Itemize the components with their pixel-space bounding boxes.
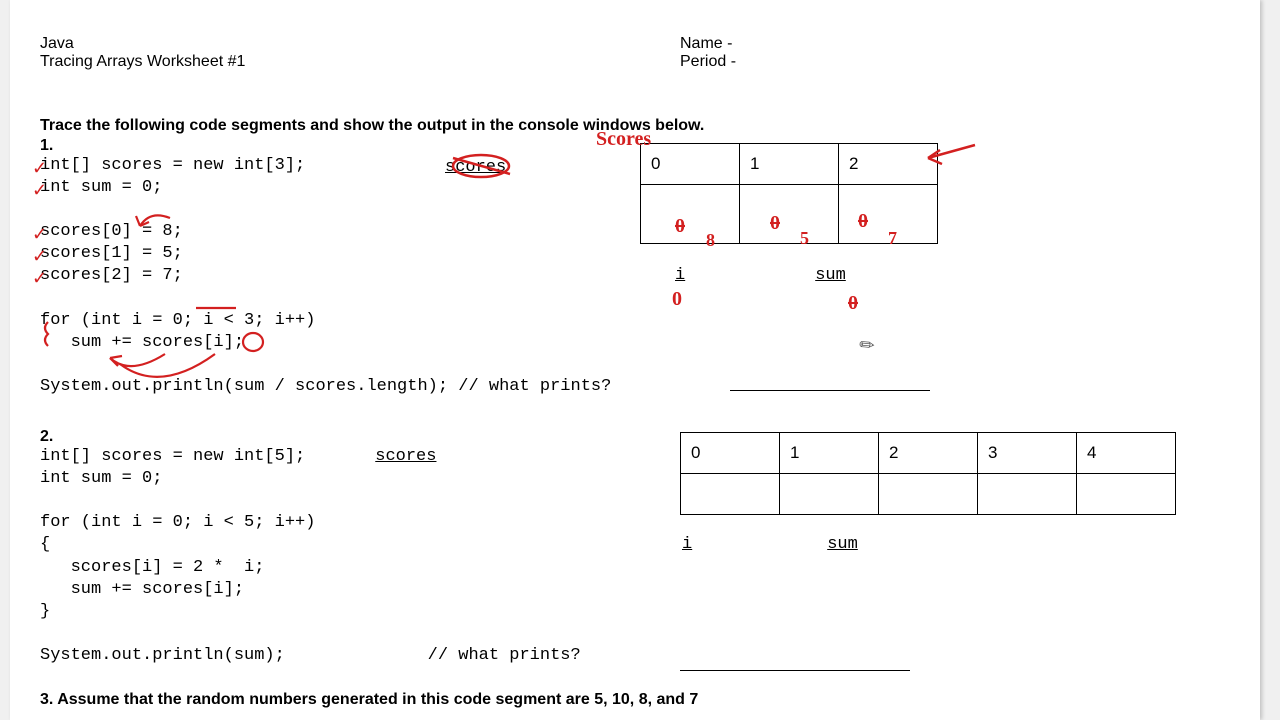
hw-check-2: ✓ <box>32 180 47 201</box>
q2-code-b: int sum = 0; for (int i = 0; i < 5; i++)… <box>40 468 680 667</box>
q2-idx-3: 3 <box>978 433 1077 474</box>
hw-cell1b: 5 <box>800 228 809 249</box>
q2-code-a: int[] scores = new int[5]; <box>40 446 305 468</box>
hw-check-1: ✓ <box>32 158 47 179</box>
q2-val-0 <box>681 474 780 515</box>
q2-answer-blank <box>680 670 910 671</box>
course-label: Java <box>40 35 680 53</box>
q1-val-1 <box>740 185 839 244</box>
q1-idx-2: 2 <box>839 144 938 185</box>
worksheet-page: Java Tracing Arrays Worksheet #1 Name - … <box>10 0 1260 720</box>
period-field-label: Period - <box>680 53 736 71</box>
q1-val-0 <box>641 185 740 244</box>
q2-idx-2: 2 <box>879 433 978 474</box>
q2-i-label: i <box>682 535 692 554</box>
q1-idx-0: 0 <box>641 144 740 185</box>
hw-check-5: ✓ <box>32 268 47 289</box>
q1-i-label: i <box>675 266 685 285</box>
hw-check-3: ✓ <box>32 224 47 245</box>
q2-scores-heading: scores <box>375 447 436 466</box>
q2-idx-0: 0 <box>681 433 780 474</box>
q2-scores-table: 0 1 2 3 4 <box>680 432 1176 515</box>
q2-number: 2. <box>40 428 680 446</box>
q1-scores-heading: scores <box>445 158 506 177</box>
hw-sum-val: 0 <box>848 292 858 315</box>
q2-idx-4: 4 <box>1077 433 1176 474</box>
hw-scores-label: Scores <box>596 128 651 151</box>
q1-answer-blank <box>730 390 930 391</box>
header: Java Tracing Arrays Worksheet #1 Name - … <box>40 35 1230 71</box>
name-field-label: Name - <box>680 35 736 53</box>
q3-text: 3. Assume that the random numbers genera… <box>40 691 1230 709</box>
hw-i-val: 0 <box>672 288 682 311</box>
q1-idx-1: 1 <box>740 144 839 185</box>
hw-cell0: 0 <box>675 215 685 238</box>
worksheet-title: Tracing Arrays Worksheet #1 <box>40 53 680 71</box>
hw-cell2b: 7 <box>888 228 897 249</box>
hw-cell1: 0 <box>770 212 780 235</box>
q2-idx-1: 1 <box>780 433 879 474</box>
q1-number: 1. <box>40 137 640 155</box>
q1-sum-label: sum <box>815 266 846 285</box>
hw-check-4: ✓ <box>32 246 47 267</box>
q1-code: int[] scores = new int[3]; int sum = 0; … <box>40 155 622 398</box>
q2-sum-label: sum <box>827 535 858 554</box>
hw-cell0b: 8 <box>706 230 715 251</box>
hw-cell2: 0 <box>858 210 868 233</box>
